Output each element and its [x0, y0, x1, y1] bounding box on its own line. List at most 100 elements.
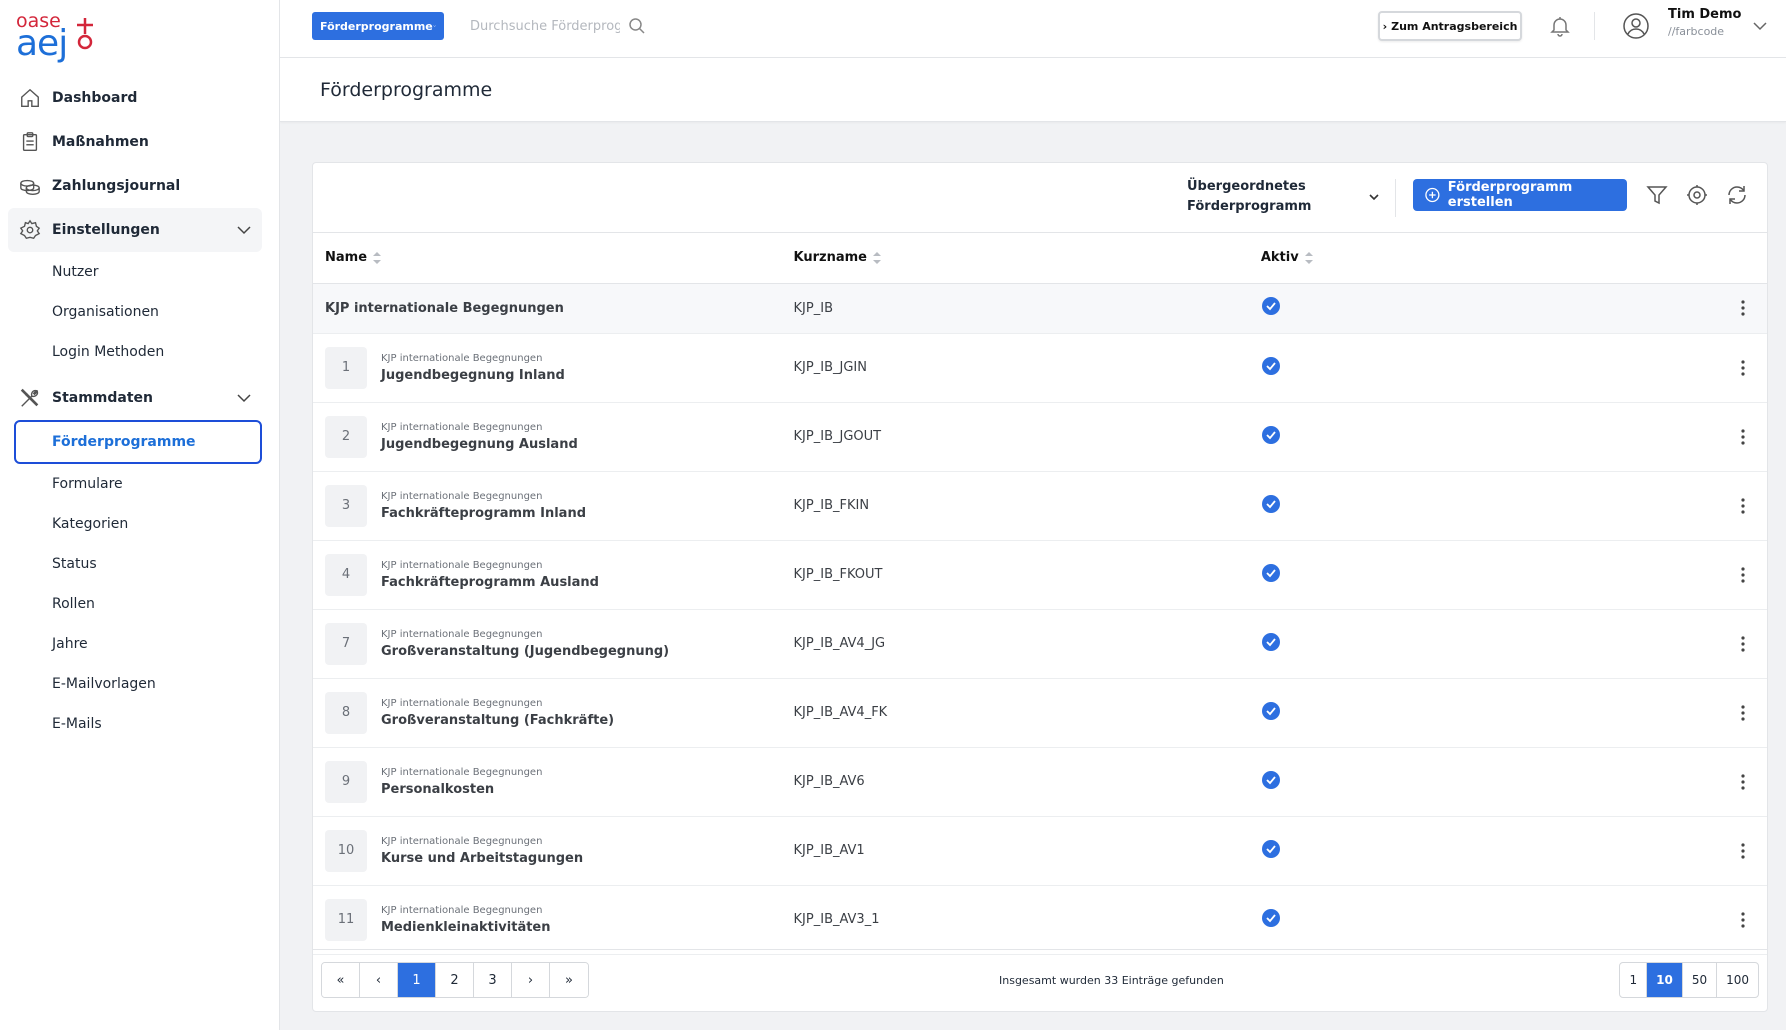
- parent-program-name: KJP internationale Begegnungen: [381, 490, 543, 502]
- active-check-icon: [1261, 770, 1280, 789]
- table-body: KJP internationale Begegnungen KJP_IB 1K…: [313, 283, 1767, 954]
- program-number: 7: [325, 622, 367, 665]
- sidebar-item-rollen[interactable]: Rollen: [8, 584, 262, 624]
- chevron-down-icon[interactable]: [1752, 18, 1768, 34]
- program-name-cell: 4 KJP internationale Begegnungen Fachkräft…: [325, 553, 782, 596]
- program-name: Personalkosten: [381, 781, 495, 797]
- sort-icon[interactable]: [1304, 251, 1313, 264]
- sidebar-item-dashboard[interactable]: Dashboard: [8, 76, 262, 120]
- table-row[interactable]: 2 KJP internationale Begegnungen Jugendbeg…: [313, 402, 1767, 471]
- sidebar-item-zahlungsjournal[interactable]: Zahlungsjournal: [8, 164, 262, 208]
- sort-icon[interactable]: [373, 251, 382, 264]
- coins-icon: [18, 174, 42, 198]
- program-name: Jugendbegegnung Ausland: [381, 436, 578, 452]
- more-actions-icon[interactable]: [1733, 427, 1753, 447]
- user-avatar-icon[interactable]: [1622, 12, 1650, 40]
- bell-icon[interactable]: [1548, 14, 1572, 38]
- sidebar-item-foerderprogramme[interactable]: Förderprogramme: [14, 420, 262, 464]
- more-actions-icon[interactable]: [1733, 703, 1753, 723]
- program-name-text: KJP internationale Begegnungen Personalko…: [381, 767, 542, 797]
- more-actions-icon[interactable]: [1733, 496, 1753, 516]
- antragsbereich-button[interactable]: › Zum Antragsbereich: [1378, 11, 1522, 41]
- column-header-kurzname[interactable]: Kurzname: [782, 233, 1249, 283]
- page-size-option[interactable]: 50: [1683, 963, 1718, 997]
- column-label: Name: [325, 250, 368, 266]
- sidebar-item-nutzer[interactable]: Nutzer: [8, 252, 262, 292]
- chevron-down-icon[interactable]: [236, 222, 252, 238]
- more-actions-icon[interactable]: [1733, 772, 1753, 792]
- sidebar-item-e-mails[interactable]: E-Mails: [8, 704, 262, 744]
- more-actions-icon[interactable]: [1733, 634, 1753, 654]
- search-icon[interactable]: [628, 17, 646, 35]
- search-input[interactable]: [470, 18, 620, 34]
- sidebar-item-status[interactable]: Status: [8, 544, 262, 584]
- toolbar-divider: [1395, 179, 1396, 217]
- page-button[interactable]: 3: [474, 963, 512, 997]
- sidebar-item-kategorien[interactable]: Kategorien: [8, 504, 262, 544]
- page-button[interactable]: 2: [436, 963, 474, 997]
- sidebar-item-organisationen[interactable]: Organisationen: [8, 292, 262, 332]
- program-name-text: KJP internationale Begegnungen Jugendbege…: [381, 422, 578, 452]
- sidebar: oase aej Dashboard Maßnahmen Zahlungsjou…: [0, 0, 280, 1030]
- program-switch-button[interactable]: Förderprogramme: [312, 12, 444, 40]
- page-button[interactable]: 1: [398, 963, 436, 997]
- filter-icon[interactable]: [1645, 183, 1669, 207]
- next-page-button[interactable]: ›: [512, 963, 550, 997]
- settings-icon[interactable]: [1685, 183, 1709, 207]
- table-row[interactable]: 4 KJP internationale Begegnungen Fachkräft…: [313, 540, 1767, 609]
- program-name-text: KJP internationale Begegnungen Fachkräfte…: [381, 560, 599, 590]
- table-row[interactable]: 11 KJP internationale Begegnungen Medienkl…: [313, 885, 1767, 954]
- chevron-down-icon: [1369, 194, 1379, 201]
- more-actions-icon[interactable]: [1733, 565, 1753, 585]
- last-page-button[interactable]: »: [550, 963, 588, 997]
- table-row[interactable]: 7 KJP internationale Begegnungen Großveran…: [313, 609, 1767, 678]
- program-short-name: KJP_IB_FKOUT: [793, 567, 883, 582]
- user-info[interactable]: Tim Demo //farbcode: [1668, 7, 1741, 38]
- table-row[interactable]: 3 KJP internationale Begegnungen Fachkräft…: [313, 471, 1767, 540]
- table-row[interactable]: 1 KJP internationale Begegnungen Jugendbeg…: [313, 333, 1767, 402]
- sidebar-item-label: Zahlungsjournal: [52, 178, 181, 194]
- more-actions-icon[interactable]: [1733, 841, 1753, 861]
- parent-program-name: KJP internationale Begegnungen: [381, 904, 543, 916]
- prev-page-button[interactable]: ‹: [360, 963, 398, 997]
- program-name-text: KJP internationale Begegnungen Fachkräfte…: [381, 491, 586, 521]
- sidebar-item-stammdaten[interactable]: Stammdaten: [8, 376, 262, 420]
- table-row[interactable]: 8 KJP internationale Begegnungen Großveran…: [313, 678, 1767, 747]
- program-number: 4: [325, 553, 367, 596]
- sidebar-item-e-mailvorlagen[interactable]: E-Mailvorlagen: [8, 664, 262, 704]
- parent-program-name: KJP internationale Begegnungen: [381, 352, 543, 364]
- program-name: Großveranstaltung (Fachkräfte): [381, 712, 615, 728]
- sidebar-item-label: Stammdaten: [52, 390, 154, 406]
- table-row[interactable]: KJP internationale Begegnungen KJP_IB: [313, 283, 1767, 333]
- more-actions-icon[interactable]: [1733, 358, 1753, 378]
- sidebar-item-formulare[interactable]: Formulare: [8, 464, 262, 504]
- sidebar-item-jahre[interactable]: Jahre: [8, 624, 262, 664]
- chevron-down-icon[interactable]: [236, 390, 252, 406]
- search-box: [470, 12, 650, 40]
- parent-program-select[interactable]: Übergeordnetes Förderprogramm: [1187, 175, 1381, 219]
- first-page-button[interactable]: «: [322, 963, 360, 997]
- sidebar-item-label: Dashboard: [52, 90, 138, 106]
- table-row[interactable]: 10 KJP internationale Begegnungen Kurse un…: [313, 816, 1767, 885]
- sidebar-item-login-methoden[interactable]: Login Methoden: [8, 332, 262, 372]
- page-size-option[interactable]: 1: [1620, 963, 1648, 997]
- page-size-option[interactable]: 100: [1717, 963, 1758, 997]
- column-header-aktiv[interactable]: Aktiv: [1249, 233, 1648, 283]
- sort-icon[interactable]: [873, 251, 881, 264]
- column-header-name[interactable]: Name: [313, 233, 782, 283]
- sidebar-item-einstellungen[interactable]: Einstellungen: [8, 208, 262, 252]
- page-size-option[interactable]: 10: [1647, 963, 1683, 997]
- more-actions-icon[interactable]: [1733, 298, 1753, 318]
- chevron-right-icon: ›: [1382, 19, 1388, 33]
- sidebar-item-label: Einstellungen: [52, 222, 160, 238]
- more-actions-icon[interactable]: [1733, 910, 1753, 930]
- table-toolbar: Übergeordnetes Förderprogramm Förderprog…: [313, 163, 1767, 233]
- column-label: Aktiv: [1260, 250, 1299, 266]
- refresh-icon[interactable]: [1725, 183, 1749, 207]
- program-name-cell: 8 KJP internationale Begegnungen Großveran…: [325, 691, 782, 734]
- create-program-button[interactable]: Förderprogramm erstellen: [1413, 179, 1627, 211]
- table-row[interactable]: 9 KJP internationale Begegnungen Personalk…: [313, 747, 1767, 816]
- home-icon: [18, 86, 42, 110]
- sidebar-item-massnahmen[interactable]: Maßnahmen: [8, 120, 262, 164]
- logo[interactable]: oase aej: [16, 10, 96, 65]
